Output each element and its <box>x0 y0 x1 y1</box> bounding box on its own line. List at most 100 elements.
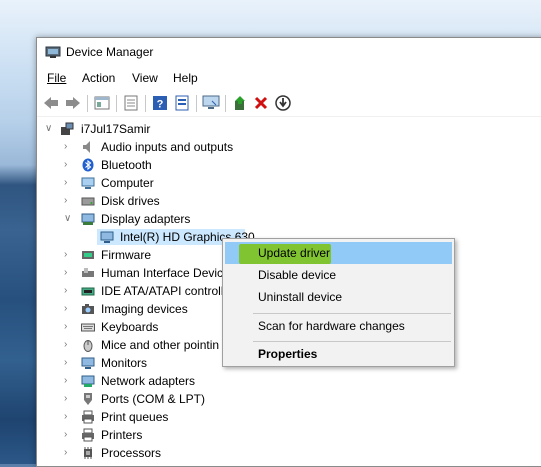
firmware-icon <box>82 251 94 259</box>
tree-item-processors[interactable]: › Processors <box>37 444 517 462</box>
tree-item-label: Disk drives <box>101 194 160 208</box>
tree-item-print-queues[interactable]: › Print queues <box>37 408 517 426</box>
chevron-down-icon[interactable]: ∨ <box>45 120 55 138</box>
chevron-right-icon[interactable]: › <box>64 318 74 336</box>
scan-hardware-menu-item[interactable]: Scan for hardware changes <box>225 315 452 337</box>
monitor-icon <box>100 231 114 243</box>
update-driver-menu-item[interactable]: Update driver <box>225 242 452 264</box>
computer-root-icon <box>61 122 74 135</box>
printer-icon <box>82 428 94 442</box>
menu-file-label: File <box>47 71 67 85</box>
tree-item-label: Keyboards <box>101 320 159 334</box>
disk-icon <box>81 197 95 206</box>
download-icon[interactable] <box>273 93 293 113</box>
chevron-right-icon[interactable]: › <box>64 354 74 372</box>
processor-icon <box>84 447 92 459</box>
chevron-right-icon[interactable]: › <box>64 408 74 426</box>
uninstall-device-menu-item[interactable]: Uninstall device <box>225 286 452 308</box>
back-icon[interactable] <box>41 93 61 113</box>
properties-menu-item[interactable]: Properties <box>225 343 452 365</box>
computer-icon <box>81 177 95 189</box>
remove-device-icon[interactable] <box>251 93 271 113</box>
tree-item-computer[interactable]: › Computer <box>37 174 517 192</box>
chevron-right-icon[interactable]: › <box>64 246 74 264</box>
menu-file[interactable]: File <box>47 71 66 85</box>
chevron-right-icon[interactable]: › <box>64 372 74 390</box>
help-icon[interactable]: ? <box>150 93 170 113</box>
printer-icon <box>82 410 94 424</box>
hid-icon <box>82 268 94 277</box>
toolbar-separator <box>145 95 146 112</box>
svg-text:?: ? <box>157 99 164 111</box>
keyboard-icon <box>81 323 95 332</box>
tree-item-network[interactable]: › Network adapters <box>37 372 517 390</box>
help-pane-icon[interactable] <box>121 93 141 113</box>
tree-item-audio[interactable]: › Audio inputs and outputs <box>37 138 517 156</box>
uninstall-device-label: Uninstall device <box>258 290 343 304</box>
tree-item-label: Monitors <box>101 356 148 370</box>
tree-item-label: Processors <box>101 446 162 460</box>
tree-item-label: Network adapters <box>101 374 196 388</box>
chevron-down-icon[interactable]: ∨ <box>64 210 74 228</box>
tree-item-bluetooth[interactable]: › Bluetooth <box>37 156 517 174</box>
chevron-right-icon[interactable]: › <box>64 390 74 408</box>
tree-item-label: Imaging devices <box>101 302 188 316</box>
monitor-icon[interactable] <box>201 93 221 113</box>
monitor-icon <box>81 357 95 369</box>
tree-item-ports[interactable]: › Ports (COM & LPT) <box>37 390 517 408</box>
scan-hardware-label: Scan for hardware changes <box>258 319 405 333</box>
chevron-right-icon[interactable]: › <box>64 174 74 192</box>
ide-icon <box>81 287 95 296</box>
tree-root[interactable]: ∨ i7Jul17Samir <box>37 120 517 138</box>
menu-separator <box>253 341 451 342</box>
add-driver-icon[interactable] <box>230 93 250 113</box>
chevron-right-icon[interactable]: › <box>64 264 74 282</box>
chevron-right-icon[interactable]: › <box>64 336 74 354</box>
tree-item-label: Computer <box>101 176 154 190</box>
window-title: Device Manager <box>66 45 154 59</box>
show-hidden-icon[interactable] <box>172 93 192 113</box>
menu-action[interactable]: Action <box>82 71 115 85</box>
tree-item-label: Display adapters <box>101 212 191 226</box>
properties-label: Properties <box>258 347 318 361</box>
chevron-right-icon[interactable]: › <box>64 444 74 462</box>
chevron-right-icon[interactable]: › <box>64 282 74 300</box>
display-adapter-icon <box>81 213 95 225</box>
chevron-right-icon[interactable]: › <box>64 156 74 174</box>
toolbar-separator <box>225 95 226 112</box>
toolbar: ? <box>37 90 541 117</box>
tree-item-label: Firmware <box>101 248 151 262</box>
speaker-icon <box>83 141 90 153</box>
title-bar: Device Manager <box>37 38 541 66</box>
context-menu: Update driver Disable device Uninstall d… <box>222 238 455 367</box>
tree-item-label: Bluetooth <box>101 158 152 172</box>
tree-item-display-adapters[interactable]: ∨ Display adapters <box>37 210 517 228</box>
toolbar-separator <box>87 95 88 112</box>
mouse-icon <box>83 340 93 352</box>
device-manager-icon <box>45 46 61 58</box>
update-driver-label: Update driver <box>258 246 331 260</box>
tree-item-label: IDE ATA/ATAPI controlle <box>101 284 231 298</box>
menu-view[interactable]: View <box>132 71 158 85</box>
chevron-right-icon[interactable]: › <box>64 138 74 156</box>
port-icon <box>84 393 92 405</box>
tree-item-label: Printers <box>101 428 143 442</box>
tree-item-label: Mice and other pointin <box>101 338 220 352</box>
tree-item-printers[interactable]: › Printers <box>37 426 517 444</box>
menu-help[interactable]: Help <box>173 71 198 85</box>
toolbar-separator <box>116 95 117 112</box>
tree-root-label: i7Jul17Samir <box>81 122 151 136</box>
camera-icon <box>82 304 94 314</box>
disable-device-menu-item[interactable]: Disable device <box>225 264 452 286</box>
forward-icon[interactable] <box>63 93 83 113</box>
chevron-right-icon[interactable]: › <box>64 300 74 318</box>
toolbar-separator <box>196 95 197 112</box>
tree-item-disk-drives[interactable]: › Disk drives <box>37 192 517 210</box>
properties-pane-icon[interactable] <box>92 93 112 113</box>
chevron-right-icon[interactable]: › <box>64 192 74 210</box>
tree-item-label: Audio inputs and outputs <box>101 140 234 154</box>
tree-item-label: Ports (COM & LPT) <box>101 392 206 406</box>
menu-bar: File Action View Help <box>37 68 541 88</box>
chevron-right-icon[interactable]: › <box>64 426 74 444</box>
bluetooth-icon <box>82 158 94 172</box>
